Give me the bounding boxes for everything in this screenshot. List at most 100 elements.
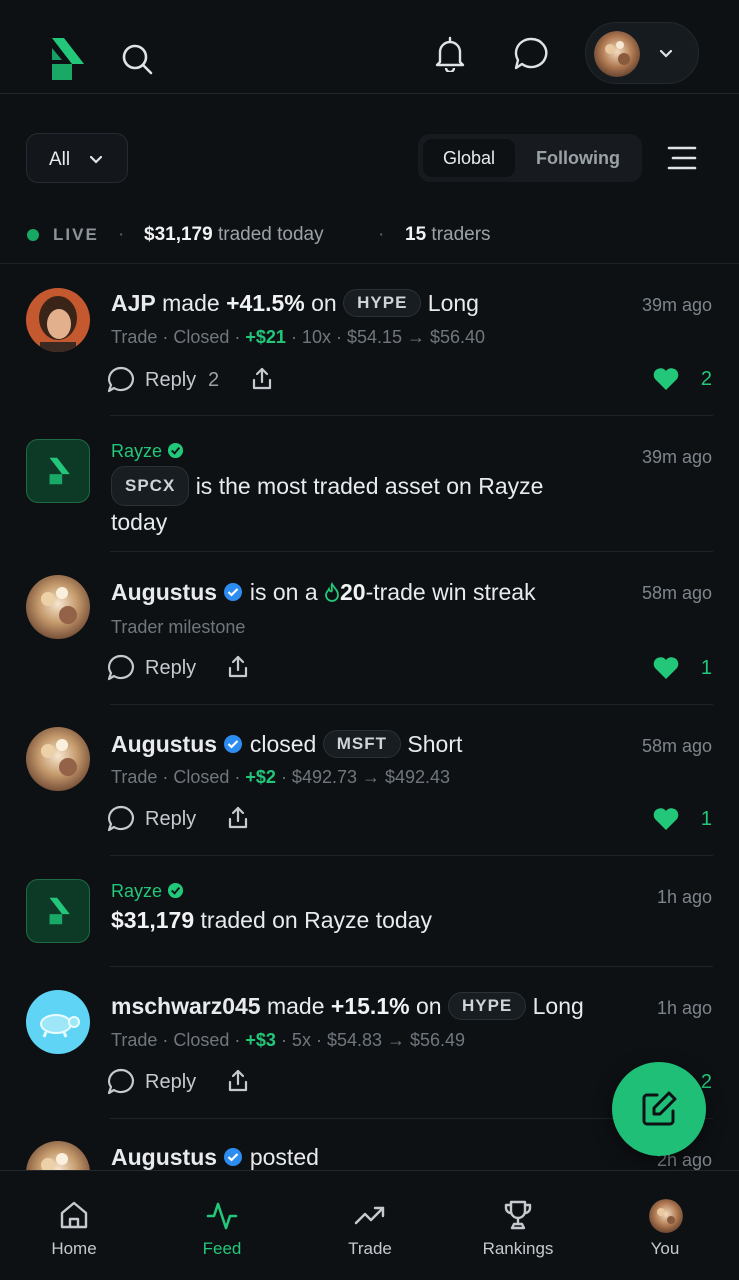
home-icon xyxy=(60,1201,88,1229)
live-stats-bar: LIVE · $31,179 traded today · 15 traders xyxy=(0,212,739,264)
bottom-nav: Home Feed Trade Rankings You xyxy=(0,1170,739,1280)
bell-icon[interactable] xyxy=(432,36,468,72)
timestamp: 1h ago xyxy=(656,998,712,1018)
rayze-logo[interactable] xyxy=(48,38,86,80)
timestamp: 58m ago xyxy=(641,736,712,756)
filter-dropdown-label: All xyxy=(49,149,71,170)
nav-trade[interactable]: Trade xyxy=(296,1171,444,1280)
reply-button[interactable]: Reply xyxy=(107,654,207,684)
avatar[interactable] xyxy=(26,575,90,639)
nav-rankings[interactable]: Rankings xyxy=(444,1171,592,1280)
traded-today: $31,179 traded today xyxy=(144,224,324,245)
reply-button[interactable]: Reply xyxy=(107,1068,207,1098)
feed-item[interactable]: Augustus closed MSFT Short 58m ago Trade… xyxy=(0,705,739,856)
tab-following[interactable]: Following xyxy=(522,139,634,177)
separator: · xyxy=(378,224,385,245)
feed-headline: $31,179 traded on Rayze today xyxy=(111,907,432,933)
like-button[interactable]: 1 xyxy=(652,806,712,834)
rayze-avatar[interactable] xyxy=(26,439,90,503)
trade-details: Trade · Closed · +$2 · $492.73 → $492.43 xyxy=(111,767,451,787)
feed-item[interactable]: Augustus is on a 20-trade win streak 58m… xyxy=(0,552,739,705)
trophy-icon xyxy=(504,1200,532,1230)
share-icon[interactable] xyxy=(226,654,250,680)
filter-dropdown[interactable]: All xyxy=(26,133,128,183)
feed-item[interactable]: AJP made +41.5% on HYPE Long 39m ago Tra… xyxy=(0,264,739,416)
avatar[interactable] xyxy=(26,727,90,791)
feed-item[interactable]: Rayze 39m ago SPCX is the most traded as… xyxy=(0,416,739,552)
feed-headline: Augustus closed MSFT Short xyxy=(111,730,463,758)
feed-headline: SPCX is the most traded asset on Rayze to… xyxy=(111,466,543,538)
live-indicator xyxy=(27,229,39,241)
rayze-avatar[interactable] xyxy=(26,879,90,943)
verified-badge-icon xyxy=(167,882,184,899)
menu-icon[interactable] xyxy=(666,144,698,172)
ticker-pill[interactable]: MSFT xyxy=(322,730,401,758)
comment-icon xyxy=(107,654,134,681)
live-label: LIVE xyxy=(53,225,99,244)
trending-up-icon xyxy=(354,1206,385,1225)
verified-badge-icon xyxy=(224,583,243,601)
verified-badge-icon xyxy=(224,735,243,753)
feed-item[interactable]: Rayze 1h ago $31,179 traded on Rayze tod… xyxy=(0,856,739,967)
chat-icon[interactable] xyxy=(512,36,550,72)
brand-name: Rayze xyxy=(111,881,184,902)
comment-icon xyxy=(107,805,134,832)
reply-button[interactable]: Reply xyxy=(107,805,207,835)
reply-button[interactable]: Reply 2 xyxy=(107,366,227,396)
share-icon[interactable] xyxy=(226,1068,250,1094)
heart-icon xyxy=(653,657,679,679)
avatar[interactable] xyxy=(26,288,90,352)
feed-list: AJP made +41.5% on HYPE Long 39m ago Tra… xyxy=(0,264,739,1170)
nav-feed[interactable]: Feed xyxy=(148,1171,296,1280)
avatar[interactable] xyxy=(26,990,90,1054)
timestamp: 58m ago xyxy=(641,583,712,603)
like-count: 1 xyxy=(700,657,712,679)
ticker-pill[interactable]: HYPE xyxy=(447,992,527,1020)
search-icon[interactable] xyxy=(120,42,154,76)
share-icon[interactable] xyxy=(226,805,250,831)
compose-button[interactable] xyxy=(612,1062,706,1156)
share-icon[interactable] xyxy=(250,366,274,392)
comment-icon xyxy=(107,366,134,393)
avatar xyxy=(649,1199,683,1233)
like-button[interactable]: 2 xyxy=(652,366,712,394)
ticker-pill[interactable]: SPCX xyxy=(111,466,190,506)
timestamp: 1h ago xyxy=(656,887,712,907)
trade-details: Trade · Closed · +$3 · 5x · $54.83 → $56… xyxy=(111,1030,466,1050)
separator: · xyxy=(118,224,125,245)
chevron-down-icon xyxy=(659,49,673,58)
edit-icon xyxy=(642,1091,677,1126)
comment-icon xyxy=(107,1068,134,1095)
brand-name: Rayze xyxy=(111,441,184,462)
feed-headline: Augustus is on a 20-trade win streak xyxy=(111,579,536,605)
feed-headline: AJP made +41.5% on HYPE Long xyxy=(111,289,479,317)
like-count: 2 xyxy=(700,368,712,390)
heart-icon xyxy=(653,808,679,830)
like-count: 1 xyxy=(700,808,712,830)
nav-you[interactable]: You xyxy=(591,1171,739,1280)
tab-global[interactable]: Global xyxy=(423,139,515,177)
traders-count: 15 traders xyxy=(405,224,491,245)
rayze-logo xyxy=(49,897,70,925)
avatar xyxy=(594,31,640,77)
feed-headline: Augustus posted xyxy=(111,1144,319,1170)
timestamp: 39m ago xyxy=(641,295,712,315)
top-bar xyxy=(0,0,739,94)
avatar[interactable] xyxy=(26,1141,90,1170)
flame-icon xyxy=(325,582,339,602)
feed-scope-toggle: Global Following xyxy=(418,134,642,182)
nav-home[interactable]: Home xyxy=(0,1171,148,1280)
ticker-pill[interactable]: HYPE xyxy=(343,289,422,317)
verified-badge-icon xyxy=(224,1148,243,1166)
feed-headline: mschwarz045 made +15.1% on HYPE Long xyxy=(111,992,584,1020)
profile-menu-button[interactable] xyxy=(585,22,699,84)
trade-details: Trade · Closed · +$21 · 10x · $54.15 → $… xyxy=(111,327,486,347)
verified-badge-icon xyxy=(167,442,184,459)
milestone-label: Trader milestone xyxy=(111,617,246,637)
timestamp: 39m ago xyxy=(641,447,712,467)
activity-icon xyxy=(206,1202,238,1230)
chevron-down-icon xyxy=(89,155,103,164)
rayze-logo xyxy=(49,457,70,485)
heart-icon xyxy=(653,368,679,390)
like-button[interactable]: 1 xyxy=(652,655,712,683)
